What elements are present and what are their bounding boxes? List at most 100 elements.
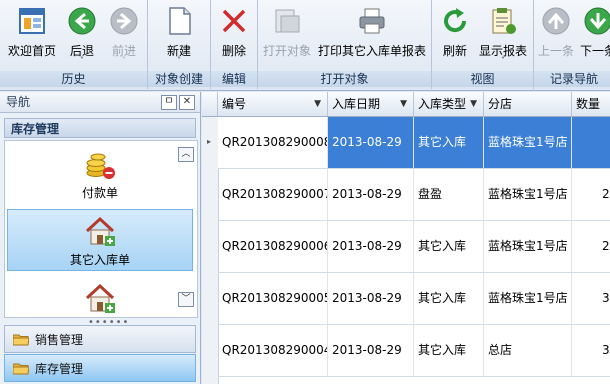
cell-date[interactable]: 2013-08-29 — [328, 169, 414, 220]
cell-type[interactable]: 其它入库 — [414, 221, 484, 272]
column-header-date[interactable]: 入库日期 ▼ — [328, 92, 414, 116]
group-title-record-nav: 记录导航 — [534, 71, 610, 87]
cell-date[interactable]: 2013-08-29 — [328, 273, 414, 324]
navigation-panel: 导航 ㅁ ✕ 库存管理 付款单 ︿ 其它入库单 ﹀ •••••• 销售管理 库存… — [0, 92, 201, 384]
down-arrow-icon — [584, 7, 610, 35]
refresh-icon — [444, 8, 467, 33]
column-header-label: 入库类型 — [418, 97, 467, 111]
cell-date[interactable]: 2013-08-29 — [328, 325, 414, 376]
cell-type[interactable]: 其它入库 — [414, 117, 484, 168]
cell-branch[interactable]: 蓝格珠宝1号店 — [484, 221, 572, 272]
nav-item-other-inbound[interactable]: 其它入库单 — [7, 209, 193, 271]
cell-branch[interactable]: 蓝格珠宝1号店 — [484, 117, 572, 168]
forward-dropdown-icon[interactable]: ˅ — [104, 56, 144, 65]
cell-number[interactable]: QR201308290004 — [218, 325, 328, 376]
group-title-edit: 编辑 — [211, 71, 257, 87]
nav-item-label: 付款单 — [81, 186, 118, 200]
refresh-button[interactable]: 刷新 — [436, 2, 474, 66]
forward-arrow-icon — [110, 7, 138, 35]
group-title-open-object: 打开对象 — [258, 71, 431, 87]
welcome-home-label: 欢迎首页 — [7, 44, 56, 58]
coins-icon — [86, 153, 115, 179]
delete-label: 删除 — [221, 44, 246, 58]
refresh-label: 刷新 — [442, 44, 467, 58]
column-header-number[interactable]: 编号 ▼ — [218, 92, 328, 116]
sort-dropdown-icon[interactable]: ▼ — [470, 92, 477, 116]
folder-icon — [13, 334, 29, 346]
cell-number[interactable]: QR201308290008 — [218, 117, 328, 168]
cell-number[interactable]: QR201308290007 — [218, 169, 328, 220]
pin-icon[interactable]: ㅁ — [161, 95, 177, 110]
show-report-button[interactable]: 显示报表 ˅ — [476, 2, 530, 66]
section-inventory-management[interactable]: 库存管理 — [4, 354, 196, 382]
group-title-history: 历史 — [0, 71, 147, 87]
cell-type[interactable]: 其它入库 — [414, 325, 484, 376]
table-row[interactable]: QR201308290006 2013-08-29 其它入库 蓝格珠宝1号店 2 — [218, 221, 610, 273]
house-add-icon — [85, 283, 115, 313]
sort-dropdown-icon[interactable]: ▼ — [400, 92, 407, 116]
up-arrow-icon — [542, 7, 570, 35]
nav-item-inventory-extra[interactable] — [7, 277, 193, 317]
home-icon — [19, 8, 45, 34]
print-report-button[interactable]: 打印其它入库单报表 — [316, 2, 428, 66]
cell-quantity[interactable]: 3 — [572, 325, 610, 376]
nav-item-payment-voucher[interactable]: 付款单 — [7, 145, 193, 203]
scroll-down-icon[interactable]: ﹀ — [178, 292, 194, 307]
column-header-branch[interactable]: 分店 — [484, 92, 572, 116]
back-dropdown-icon[interactable]: ˅ — [62, 56, 102, 65]
table-row[interactable]: QR201308290007 2013-08-29 盘盈 蓝格珠宝1号店 2 — [218, 169, 610, 221]
column-header-quantity[interactable]: 数量 — [572, 92, 610, 116]
welcome-home-button[interactable]: 欢迎首页 — [4, 2, 60, 66]
table-row[interactable]: QR201308290004 2013-08-29 其它入库 总店 3 — [218, 325, 610, 377]
nav-category-header[interactable]: 库存管理 — [4, 118, 196, 138]
cell-type[interactable]: 其它入库 — [414, 273, 484, 324]
row-selector-column: ▸ — [202, 117, 219, 384]
sort-dropdown-icon[interactable]: ▼ — [314, 92, 321, 116]
scroll-up-icon[interactable]: ︿ — [178, 147, 194, 162]
cell-number[interactable]: QR201308290005 — [218, 273, 328, 324]
table-row[interactable]: QR201308290005 2013-08-29 其它入库 蓝格珠宝1号店 3 — [218, 273, 610, 325]
column-header-label: 数量 — [576, 97, 601, 111]
delete-x-icon — [222, 9, 246, 33]
open-object-button[interactable]: 打开对象 — [260, 2, 314, 66]
cell-number[interactable]: QR201308290006 — [218, 221, 328, 272]
cell-quantity[interactable]: 2 — [572, 221, 610, 272]
cell-branch[interactable]: 蓝格珠宝1号店 — [484, 169, 572, 220]
table-row[interactable]: QR201308290008 2013-08-29 其它入库 蓝格珠宝1号店 — [218, 117, 610, 169]
row-selector-header — [202, 92, 218, 116]
column-header-type[interactable]: 入库类型 ▼ — [414, 92, 484, 116]
previous-record-label: 上一条 — [537, 44, 574, 58]
cell-quantity[interactable]: 2 — [572, 169, 610, 220]
cell-date[interactable]: 2013-08-29 — [328, 117, 414, 168]
show-report-dropdown-icon[interactable]: ˅ — [476, 56, 530, 65]
grid-header: 编号 ▼ 入库日期 ▼ 入库类型 ▼ 分店 数量 — [202, 92, 610, 117]
section-label: 销售管理 — [35, 333, 84, 347]
cell-date[interactable]: 2013-08-29 — [328, 221, 414, 272]
cell-branch[interactable]: 蓝格珠宝1号店 — [484, 273, 572, 324]
ribbon-toolbar: 欢迎首页 后退 ˅ 前进 ˅ 历史 新建 ˅ 对象创建 删除 编辑 打开对象 打… — [0, 0, 610, 91]
next-record-button[interactable]: 下一条 — [578, 2, 610, 66]
cell-quantity[interactable]: 3 — [572, 273, 610, 324]
cell-quantity[interactable] — [572, 117, 610, 168]
folder-icon — [13, 363, 29, 375]
new-document-icon — [169, 7, 191, 35]
cell-branch[interactable]: 总店 — [484, 325, 572, 376]
column-header-label: 编号 — [222, 97, 247, 111]
nav-item-label: 其它入库单 — [69, 253, 130, 267]
new-dropdown-icon[interactable]: ˅ — [154, 56, 204, 65]
back-arrow-icon — [68, 7, 96, 35]
close-icon[interactable]: ✕ — [179, 95, 195, 110]
forward-button[interactable]: 前进 ˅ — [104, 2, 144, 66]
group-title-object-create: 对象创建 — [148, 71, 210, 87]
section-sales-management[interactable]: 销售管理 — [4, 325, 196, 353]
nav-header: 导航 ㅁ ✕ — [0, 92, 200, 113]
column-header-label: 分店 — [488, 97, 513, 111]
new-button[interactable]: 新建 ˅ — [154, 2, 204, 66]
report-icon — [492, 8, 516, 34]
cell-type[interactable]: 盘盈 — [414, 169, 484, 220]
delete-button[interactable]: 删除 — [214, 2, 254, 66]
previous-record-button[interactable]: 上一条 — [536, 2, 576, 66]
back-button[interactable]: 后退 ˅ — [62, 2, 102, 66]
open-object-label: 打开对象 — [262, 44, 311, 58]
current-row-indicator-icon: ▸ — [207, 137, 212, 146]
